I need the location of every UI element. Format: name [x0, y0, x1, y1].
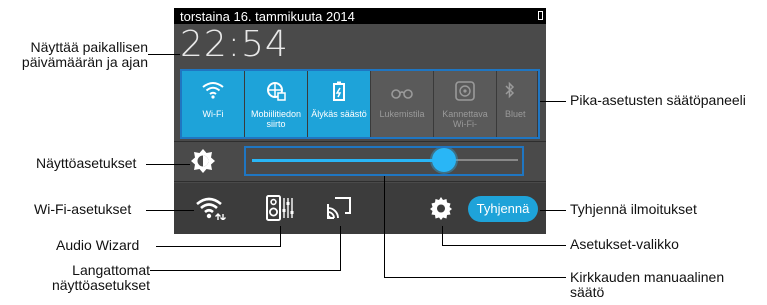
audio-wizard-icon[interactable] — [266, 195, 294, 226]
callout-wireless-display: Langattomat näyttöasetukset — [51, 262, 150, 293]
callout-line — [540, 101, 566, 102]
callout-line — [442, 226, 443, 245]
wifi-settings-icon[interactable] — [196, 196, 226, 225]
callout-date-time: Näyttää paikallisen päivämäärän ja ajan — [21, 39, 148, 70]
callout-manual-brightness: Kirkkauden manuaalinen säätö — [570, 269, 725, 300]
clear-notifications-button[interactable]: Tyhjennä — [468, 196, 538, 222]
brightness-icon[interactable] — [190, 148, 216, 174]
callout-line — [442, 245, 566, 246]
divider — [174, 141, 546, 142]
callout-line — [146, 164, 190, 165]
callout-line — [148, 54, 180, 55]
callout-line — [150, 270, 341, 271]
callout-wifi-settings: Wi-Fi-asetukset — [34, 201, 132, 217]
battery-icon — [538, 11, 543, 20]
callout-display-settings: Näyttöasetukset — [36, 155, 137, 171]
callout-line — [384, 176, 385, 277]
quick-settings-highlight — [180, 69, 540, 139]
clock-time: 22:54 — [180, 24, 289, 65]
callout-line — [340, 226, 341, 270]
callout-clear-notifications: Tyhjennä ilmoitukset — [570, 201, 697, 217]
callout-audio-wizard: Audio Wizard — [56, 237, 140, 253]
callout-line — [156, 246, 281, 247]
callout-line — [540, 210, 566, 211]
settings-gear-icon[interactable] — [429, 196, 453, 225]
callout-line — [384, 277, 566, 278]
status-date: torstaina 16. tammikuuta 2014 — [180, 9, 355, 24]
callout-line — [146, 210, 194, 211]
divider — [174, 181, 546, 182]
callout-line — [280, 226, 281, 246]
callout-settings-menu: Asetukset-valikko — [570, 236, 679, 252]
wireless-display-icon[interactable] — [326, 194, 354, 227]
brightness-slider-highlight — [244, 146, 524, 176]
callout-quick-panel: Pika-asetusten säätöpaneeli — [570, 92, 746, 108]
